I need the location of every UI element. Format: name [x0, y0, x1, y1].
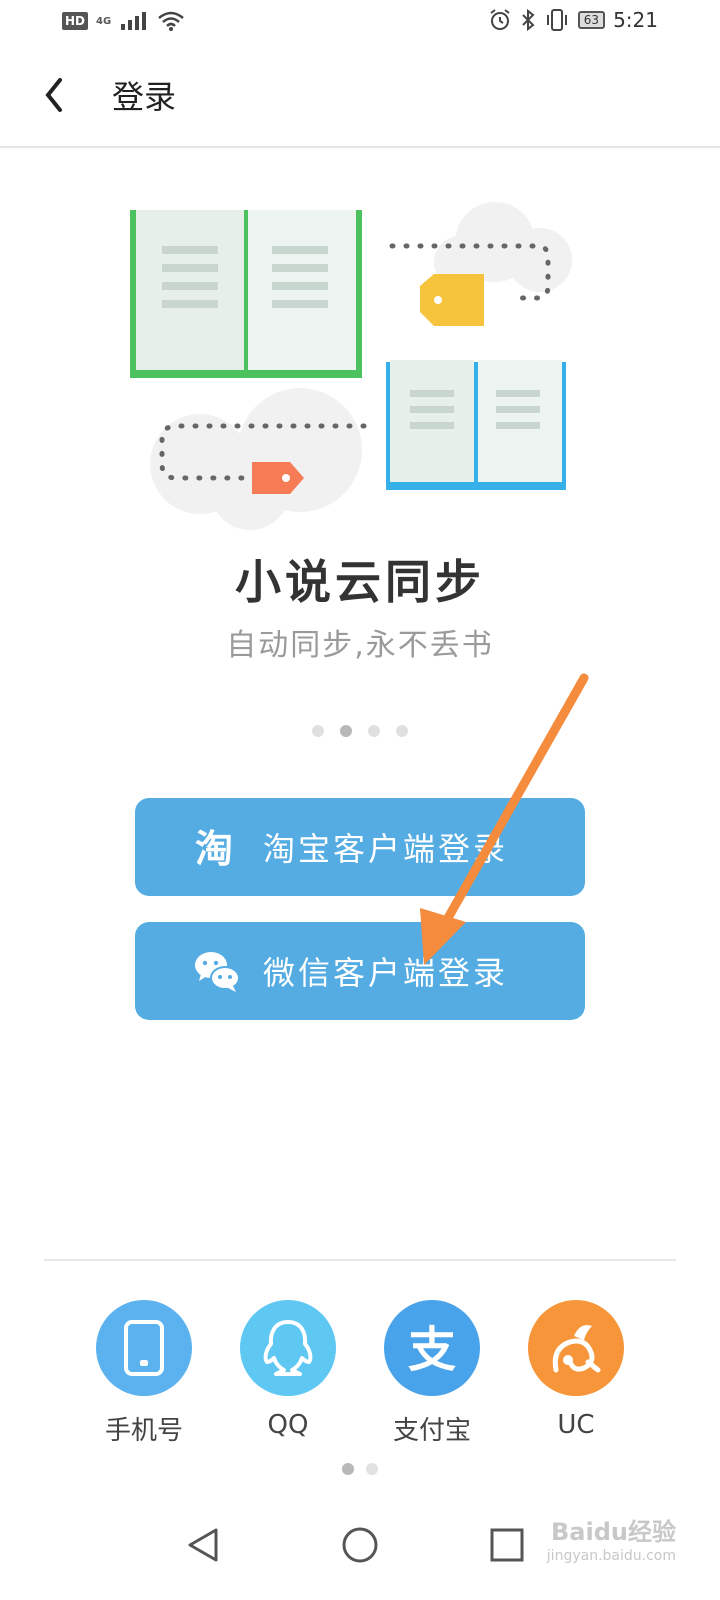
- qq-icon: [263, 1320, 313, 1376]
- baidu-watermark: Baidu经验: [551, 1518, 676, 1546]
- alipay-icon-glyph: 支: [408, 1322, 456, 1378]
- uc-login-label: UC: [557, 1410, 595, 1440]
- alipay-login-label: 支付宝: [392, 1416, 471, 1446]
- alipay-icon: 支: [408, 1322, 456, 1378]
- qq-login-label: QQ: [267, 1410, 309, 1440]
- alt-login-page-indicator: [0, 1463, 720, 1475]
- page-dot[interactable]: [366, 1463, 378, 1475]
- uc-squirrel-icon: [552, 1325, 601, 1373]
- phone-icon: [124, 1320, 164, 1376]
- phone-login-label: 手机号: [104, 1416, 183, 1446]
- divider: [44, 1259, 676, 1261]
- page-dot-active[interactable]: [342, 1463, 354, 1475]
- nav-recents-icon[interactable]: [490, 1528, 524, 1562]
- baidu-watermark-url: jingyan.baidu.com: [546, 1548, 676, 1564]
- uc-login-button[interactable]: [528, 1300, 624, 1396]
- phone-login-button[interactable]: [96, 1300, 192, 1396]
- alipay-login-button[interactable]: 支: [384, 1300, 480, 1396]
- nav-back-icon[interactable]: [188, 1528, 218, 1562]
- nav-home-icon[interactable]: [342, 1527, 378, 1563]
- qq-login-button[interactable]: [240, 1300, 336, 1396]
